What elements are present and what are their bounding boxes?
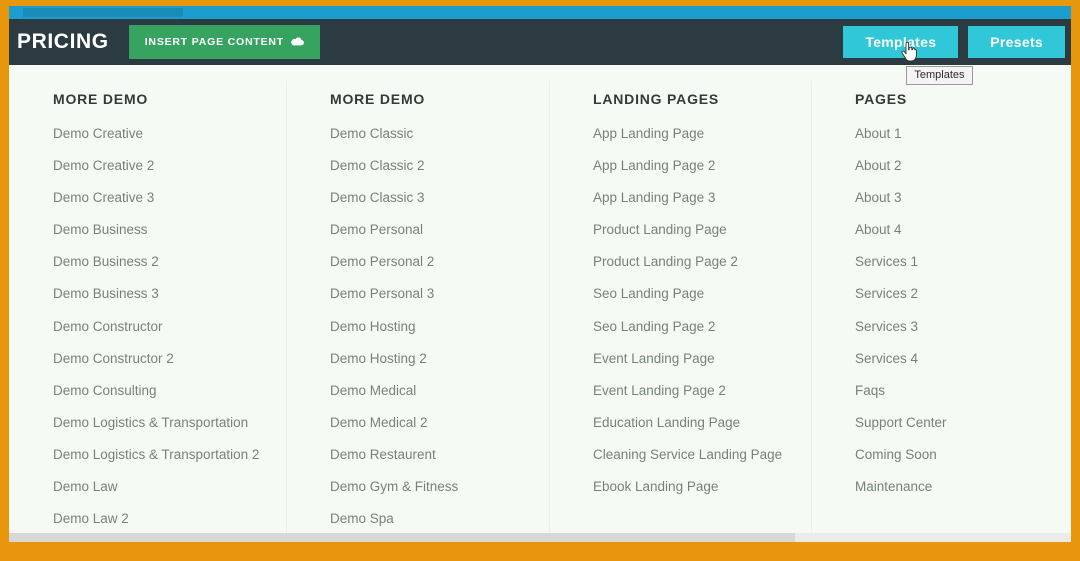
column-item-list: Demo Creative Demo Creative 2 Demo Creat… [53,127,276,526]
list-item[interactable]: Demo Business 3 [53,287,276,301]
top-accent-strip [9,6,1071,19]
list-item[interactable]: Education Landing Page [593,416,801,430]
column-item-list: App Landing Page App Landing Page 2 App … [593,127,801,494]
templates-button[interactable]: Templates [843,26,959,58]
horizontal-scrollbar-thumb[interactable] [9,533,795,542]
presets-button[interactable]: Presets [968,26,1065,58]
list-item[interactable]: Demo Business 2 [53,255,276,269]
list-item[interactable]: Support Center [855,416,1061,430]
list-item[interactable]: Demo Personal [330,223,539,237]
list-item[interactable]: Cleaning Service Landing Page [593,448,801,462]
insert-page-content-label: INSERT PAGE CONTENT [144,36,284,48]
list-item[interactable]: Demo Creative [53,127,276,141]
list-item[interactable]: Event Landing Page 2 [593,384,801,398]
list-item[interactable]: Demo Constructor 2 [53,352,276,366]
list-item[interactable]: Demo Medical [330,384,539,398]
list-item[interactable]: Demo Classic 2 [330,159,539,173]
list-item[interactable]: Coming Soon [855,448,1061,462]
list-item[interactable]: Demo Logistics & Transportation 2 [53,448,276,462]
list-item[interactable]: Demo Personal 3 [330,287,539,301]
column-heading: MORE DEMO [330,91,426,107]
column-heading: PAGES [855,91,907,107]
column-item-list: Demo Classic Demo Classic 2 Demo Classic… [330,127,539,526]
list-item[interactable]: Services 4 [855,352,1061,366]
list-item[interactable]: Demo Spa [330,512,539,526]
list-item[interactable]: Services 2 [855,287,1061,301]
list-item[interactable]: Maintenance [855,480,1061,494]
partial-toolbar-ghost [23,8,183,17]
list-item[interactable]: Services 3 [855,320,1061,334]
list-item[interactable]: Demo Gym & Fitness [330,480,539,494]
templates-panel: MORE DEMO Demo Creative Demo Creative 2 … [9,65,1071,542]
list-item[interactable]: Demo Hosting [330,320,539,334]
list-item[interactable]: Demo Consulting [53,384,276,398]
list-item[interactable]: Demo Medical 2 [330,416,539,430]
list-item[interactable]: Product Landing Page 2 [593,255,801,269]
list-item[interactable]: Demo Business [53,223,276,237]
list-item[interactable]: Ebook Landing Page [593,480,801,494]
list-item[interactable]: Demo Creative 3 [53,191,276,205]
list-item[interactable]: Event Landing Page [593,352,801,366]
column-pages: PAGES About 1 About 2 About 3 About 4 Se… [811,81,1071,542]
list-item[interactable]: Demo Constructor [53,320,276,334]
templates-tooltip: Templates [906,66,973,85]
list-item[interactable]: Demo Restaurent [330,448,539,462]
insert-page-content-button[interactable]: INSERT PAGE CONTENT [128,25,320,59]
cloud-icon [291,36,304,48]
list-item[interactable]: Demo Logistics & Transportation [53,416,276,430]
window-frame: PRICING INSERT PAGE CONTENT Templates Pr… [0,0,1080,561]
column-heading: LANDING PAGES [593,91,720,107]
horizontal-scrollbar[interactable] [9,533,1071,542]
column-more-demo-2: MORE DEMO Demo Classic Demo Classic 2 De… [286,81,549,542]
list-item[interactable]: App Landing Page 2 [593,159,801,173]
list-item[interactable]: Seo Landing Page [593,287,801,301]
list-item[interactable]: Services 1 [855,255,1061,269]
page-title: PRICING [17,30,109,53]
list-item[interactable]: About 2 [855,159,1061,173]
list-item[interactable]: Seo Landing Page 2 [593,320,801,334]
list-item[interactable]: Faqs [855,384,1061,398]
column-item-list: About 1 About 2 About 3 About 4 Services… [855,127,1061,494]
list-item[interactable]: Demo Law [53,480,276,494]
list-item[interactable]: Demo Law 2 [53,512,276,526]
column-heading: MORE DEMO [53,91,149,107]
header-actions: Templates Presets Templates [843,26,1065,85]
list-item[interactable]: Demo Personal 2 [330,255,539,269]
column-more-demo-1: MORE DEMO Demo Creative Demo Creative 2 … [9,91,286,542]
list-item[interactable]: Demo Classic [330,127,539,141]
list-item[interactable]: App Landing Page 3 [593,191,801,205]
window-inner: PRICING INSERT PAGE CONTENT Templates Pr… [9,6,1071,542]
list-item[interactable]: Demo Classic 3 [330,191,539,205]
list-item[interactable]: App Landing Page [593,127,801,141]
column-landing-pages: LANDING PAGES App Landing Page App Landi… [549,81,811,542]
list-item[interactable]: About 1 [855,127,1061,141]
list-item[interactable]: Demo Hosting 2 [330,352,539,366]
list-item[interactable]: Demo Creative 2 [53,159,276,173]
list-item[interactable]: About 3 [855,191,1061,205]
app-header: PRICING INSERT PAGE CONTENT Templates Pr… [9,19,1071,85]
list-item[interactable]: Product Landing Page [593,223,801,237]
list-item[interactable]: About 4 [855,223,1061,237]
